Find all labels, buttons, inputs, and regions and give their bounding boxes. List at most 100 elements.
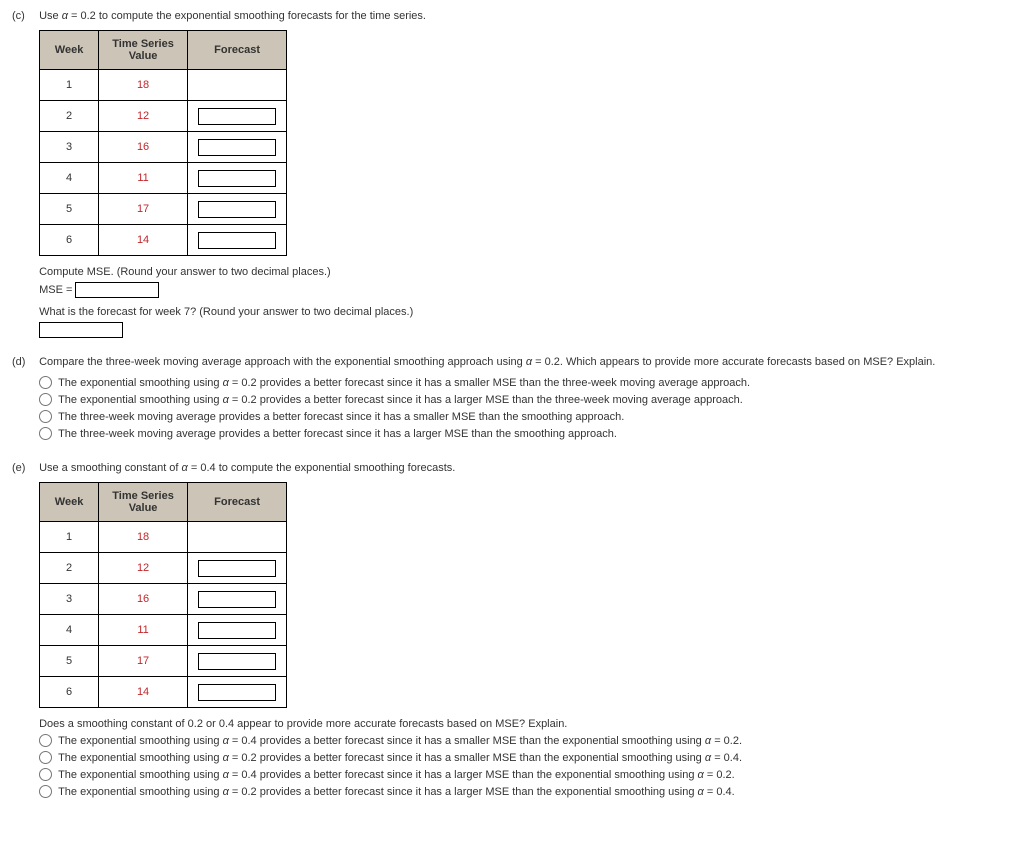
cell-ts: 11	[99, 615, 188, 646]
cell-ts: 16	[99, 132, 188, 163]
cell-forecast	[188, 101, 287, 132]
ts-value: 12	[137, 110, 149, 122]
cell-week: 5	[40, 646, 99, 677]
cell-forecast	[188, 225, 287, 256]
ts-value: 16	[137, 141, 149, 153]
choice-row: The three-week moving average provides a…	[39, 410, 1020, 423]
table-row: 411	[40, 615, 287, 646]
part-d-prompt: Compare the three-week moving average ap…	[39, 356, 1020, 368]
forecast-input[interactable]	[198, 139, 276, 156]
cell-ts: 17	[99, 194, 188, 225]
alpha-symbol: α	[705, 752, 711, 764]
choice-radio[interactable]	[39, 734, 52, 747]
choices-e: The exponential smoothing using α = 0.4 …	[39, 734, 1020, 798]
choice-row: The three-week moving average provides a…	[39, 427, 1020, 440]
choices-d: The exponential smoothing using α = 0.2 …	[39, 376, 1020, 440]
ts-value: 11	[137, 624, 148, 636]
alpha-symbol: α	[698, 769, 704, 781]
table-row: 212	[40, 101, 287, 132]
cell-week: 5	[40, 194, 99, 225]
cell-ts: 11	[99, 163, 188, 194]
th-ts: Time Series Value	[99, 31, 188, 70]
table-row: 212	[40, 553, 287, 584]
choice-label: The exponential smoothing using α = 0.2 …	[58, 377, 750, 389]
table-row: 118	[40, 522, 287, 553]
ts-value: 17	[137, 655, 149, 667]
table-row: 6 14	[40, 677, 287, 708]
compare-prompt: Does a smoothing constant of 0.2 or 0.4 …	[39, 718, 1020, 730]
prompt-text-pre: Use	[39, 10, 62, 22]
ts-value: 14	[137, 686, 149, 698]
forecast-input[interactable]	[198, 684, 276, 701]
cell-ts: 18	[99, 70, 188, 101]
choice-radio[interactable]	[39, 376, 52, 389]
alpha-symbol: α	[223, 752, 229, 764]
th-week: Week	[40, 31, 99, 70]
cell-forecast	[188, 677, 287, 708]
th-forecast: Forecast	[188, 31, 287, 70]
part-e: (e) Use a smoothing constant of α = 0.4 …	[12, 462, 1023, 802]
week7-input[interactable]	[39, 322, 123, 338]
alpha-symbol: α	[223, 735, 229, 747]
cell-forecast	[188, 584, 287, 615]
choice-row: The exponential smoothing using α = 0.2 …	[39, 751, 1020, 764]
cell-week: 4	[40, 163, 99, 194]
alpha-symbol: α	[223, 394, 229, 406]
cell-ts: 16	[99, 584, 188, 615]
choice-row: The exponential smoothing using α = 0.2 …	[39, 393, 1020, 406]
ts-value: 16	[137, 593, 149, 605]
ts-value: 11	[137, 172, 148, 184]
table-row: 614	[40, 225, 287, 256]
cell-week: 1	[40, 70, 99, 101]
forecast-input[interactable]	[198, 170, 276, 187]
cell-forecast	[188, 70, 287, 101]
choice-radio[interactable]	[39, 751, 52, 764]
alpha-symbol: α	[698, 786, 704, 798]
table-row: 4 11	[40, 163, 287, 194]
choice-row: The exponential smoothing using α = 0.4 …	[39, 768, 1020, 781]
th-week: Week	[40, 483, 99, 522]
forecast-input[interactable]	[198, 622, 276, 639]
table-e: Week Time Series Value Forecast 11821231…	[39, 482, 287, 708]
ts-value: 18	[137, 531, 149, 543]
forecast-input[interactable]	[198, 653, 276, 670]
mse-input[interactable]	[75, 282, 159, 298]
cell-week: 6	[40, 677, 99, 708]
choice-radio[interactable]	[39, 410, 52, 423]
cell-ts: 18	[99, 522, 188, 553]
ts-value: 17	[137, 203, 149, 215]
week7-prompt: What is the forecast for week 7? (Round …	[39, 306, 1020, 318]
forecast-input[interactable]	[198, 232, 276, 249]
choice-radio[interactable]	[39, 785, 52, 798]
choice-radio[interactable]	[39, 393, 52, 406]
cell-ts: 12	[99, 553, 188, 584]
choice-radio[interactable]	[39, 427, 52, 440]
choice-label: The exponential smoothing using α = 0.4 …	[58, 769, 735, 781]
alpha-symbol: α	[223, 769, 229, 781]
cell-week: 3	[40, 132, 99, 163]
th-ts: Time Series Value	[99, 483, 188, 522]
choice-label: The three-week moving average provides a…	[58, 428, 617, 440]
cell-forecast	[188, 615, 287, 646]
choice-label: The exponential smoothing using α = 0.2 …	[58, 786, 735, 798]
forecast-input[interactable]	[198, 201, 276, 218]
table-row: 5 17	[40, 646, 287, 677]
cell-week: 6	[40, 225, 99, 256]
table-row: 3 16	[40, 132, 287, 163]
choice-label: The exponential smoothing using α = 0.4 …	[58, 735, 742, 747]
table-row: 118	[40, 70, 287, 101]
forecast-input[interactable]	[198, 108, 276, 125]
cell-forecast	[188, 553, 287, 584]
cell-ts: 14	[99, 225, 188, 256]
part-d-label: (d)	[12, 356, 36, 368]
choice-radio[interactable]	[39, 768, 52, 781]
part-c-body: Use α = 0.2 to compute the exponential s…	[39, 10, 1020, 338]
table-c: Week Time Series Value Forecast 11821231…	[39, 30, 287, 256]
choice-row: The exponential smoothing using α = 0.4 …	[39, 734, 1020, 747]
forecast-input[interactable]	[198, 560, 276, 577]
forecast-input[interactable]	[198, 591, 276, 608]
cell-week: 2	[40, 553, 99, 584]
prompt-text-mid: = 0.2 to compute the exponential smoothi…	[68, 10, 426, 22]
part-e-body: Use a smoothing constant of α = 0.4 to c…	[39, 462, 1020, 802]
part-c-prompt: Use α = 0.2 to compute the exponential s…	[39, 10, 1020, 22]
